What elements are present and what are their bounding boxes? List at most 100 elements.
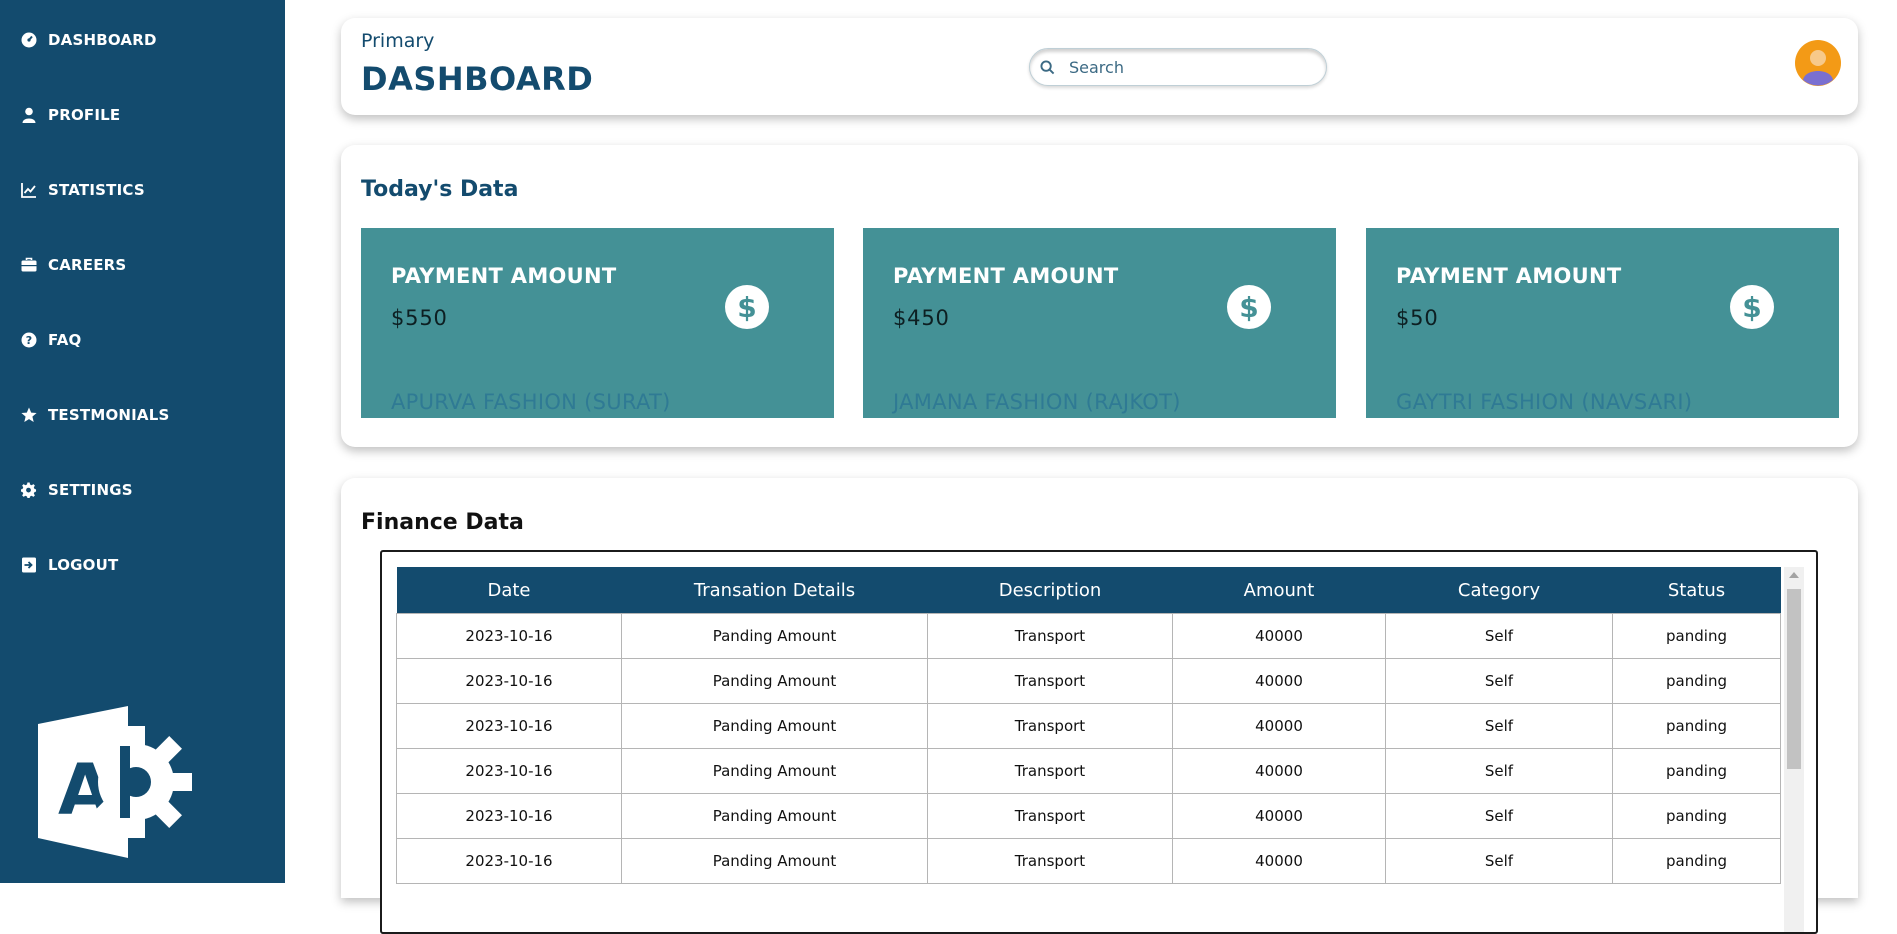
table-cell: Transport (927, 658, 1173, 704)
sidebar-item-label: STATISTICS (48, 181, 145, 199)
table-cell: Self (1385, 838, 1613, 884)
column-header[interactable]: Description (927, 567, 1173, 614)
table-cell: Panding Amount (621, 613, 928, 659)
sidebar-item-careers[interactable]: CAREERS (20, 250, 126, 280)
column-header[interactable]: Transation Details (621, 567, 928, 614)
table-cell: Panding Amount (621, 793, 928, 839)
table-cell: panding (1612, 703, 1781, 749)
table-cell: 2023-10-16 (396, 748, 622, 794)
finance-table-container[interactable]: Date Transation Details Description Amou… (380, 550, 1818, 934)
sidebar-item-label: CAREERS (48, 256, 127, 274)
column-header[interactable]: Date (396, 567, 622, 614)
payment-company: JAMANA FASHION (RAJKOT) (893, 390, 1181, 414)
table-cell: Panding Amount (621, 658, 928, 704)
table-cell: Self (1385, 613, 1613, 659)
sidebar-item-faq[interactable]: ? FAQ (20, 325, 82, 355)
table-row[interactable]: 2023-10-16 Panding Amount Transport 40000 Se… (396, 658, 1781, 704)
sidebar-item-statistics[interactable]: STATISTICS (20, 175, 145, 205)
payment-company: GAYTRI FASHION (NAVSARI) (1396, 390, 1693, 414)
sidebar-item-label: PROFILE (48, 106, 121, 124)
table-cell: Transport (927, 838, 1173, 884)
table-cell: Self (1385, 658, 1613, 704)
table-cell: Panding Amount (621, 703, 928, 749)
table-cell: Self (1385, 703, 1613, 749)
payment-card: PAYMENT AMOUNT $450 $ JAMANA FASHION (RA… (863, 228, 1336, 418)
table-row[interactable]: 2023-10-16 Panding Amount Transport 40000 Se… (396, 613, 1781, 659)
dashboard-icon (20, 31, 38, 49)
table-cell: Transport (927, 703, 1173, 749)
sidebar-item-settings[interactable]: SETTINGS (20, 475, 133, 505)
column-header[interactable]: Status (1612, 567, 1781, 614)
table-header-row: Date Transation Details Description Amou… (396, 567, 1781, 614)
logout-icon (20, 556, 38, 574)
table-cell: panding (1612, 748, 1781, 794)
dollar-icon: $ (725, 285, 769, 329)
page-title: DASHBOARD (361, 60, 594, 98)
page-subtitle: Primary (361, 30, 435, 52)
payment-card: PAYMENT AMOUNT $50 $ GAYTRI FASHION (NAV… (1366, 228, 1839, 418)
sidebar-item-testimonials[interactable]: TESTMONIALS (20, 400, 170, 430)
table-cell: 40000 (1172, 658, 1386, 704)
search-input[interactable] (1067, 56, 1311, 78)
payment-amount: $50 (1396, 306, 1439, 330)
table-cell: 2023-10-16 (396, 838, 622, 884)
table-cell: Transport (927, 793, 1173, 839)
payment-amount: $450 (893, 306, 950, 330)
sidebar-item-label: TESTMONIALS (48, 406, 170, 424)
table-cell: 2023-10-16 (396, 703, 622, 749)
star-icon (20, 406, 38, 424)
app-logo: A (38, 706, 192, 858)
table-cell: panding (1612, 613, 1781, 659)
table-cell: 40000 (1172, 793, 1386, 839)
table-cell: Self (1385, 748, 1613, 794)
sidebar-item-profile[interactable]: PROFILE (20, 100, 120, 130)
sidebar-item-dashboard[interactable]: DASHBOARD (20, 25, 157, 55)
column-header[interactable]: Category (1385, 567, 1613, 614)
finance-table: Date Transation Details Description Amou… (396, 567, 1781, 884)
table-cell: Self (1385, 793, 1613, 839)
sidebar: DASHBOARD PROFILE STATISTICS CAREERS ? F… (0, 0, 285, 883)
search-box[interactable] (1029, 48, 1327, 86)
table-cell: panding (1612, 793, 1781, 839)
table-scrollbar[interactable] (1784, 567, 1804, 932)
chart-line-icon (20, 181, 38, 199)
sidebar-item-logout[interactable]: LOGOUT (20, 550, 118, 580)
table-cell: 40000 (1172, 838, 1386, 884)
sidebar-item-label: DASHBOARD (48, 31, 157, 49)
todays-data-card: Today's Data PAYMENT AMOUNT $550 $ APURV… (341, 145, 1858, 447)
table-cell: Panding Amount (621, 838, 928, 884)
finance-data-card: Finance Data Date Transation Details Des… (341, 478, 1858, 934)
briefcase-icon (20, 256, 38, 274)
header-card: Primary DASHBOARD (341, 18, 1858, 115)
table-cell: panding (1612, 658, 1781, 704)
payment-label: PAYMENT AMOUNT (391, 264, 617, 288)
table-row[interactable]: 2023-10-16 Panding Amount Transport 40000 Se… (396, 838, 1781, 884)
sidebar-item-label: SETTINGS (48, 481, 133, 499)
avatar[interactable] (1795, 40, 1841, 86)
scroll-up-arrow-icon[interactable] (1789, 572, 1799, 578)
scrollbar-thumb[interactable] (1787, 589, 1801, 769)
question-circle-icon: ? (20, 331, 38, 349)
search-icon (1040, 59, 1055, 74)
payment-company: APURVA FASHION (SURAT) (391, 390, 671, 414)
table-cell: 40000 (1172, 748, 1386, 794)
table-row[interactable]: 2023-10-16 Panding Amount Transport 40000 Se… (396, 748, 1781, 794)
table-cell: 2023-10-16 (396, 793, 622, 839)
table-row[interactable]: 2023-10-16 Panding Amount Transport 40000 Se… (396, 793, 1781, 839)
dollar-icon: $ (1227, 285, 1271, 329)
section-title: Finance Data (361, 510, 524, 535)
sidebar-item-label: LOGOUT (48, 556, 119, 574)
table-row[interactable]: 2023-10-16 Panding Amount Transport 40000 Se… (396, 703, 1781, 749)
user-icon (20, 106, 38, 124)
payment-label: PAYMENT AMOUNT (893, 264, 1119, 288)
payment-amount: $550 (391, 306, 448, 330)
section-title: Today's Data (361, 177, 519, 202)
table-cell: Transport (927, 613, 1173, 659)
column-header[interactable]: Amount (1172, 567, 1386, 614)
table-cell: panding (1612, 838, 1781, 884)
table-cell: 2023-10-16 (396, 613, 622, 659)
sidebar-item-label: FAQ (48, 331, 82, 349)
payment-label: PAYMENT AMOUNT (1396, 264, 1622, 288)
table-cell: 40000 (1172, 613, 1386, 659)
table-cell: Transport (927, 748, 1173, 794)
